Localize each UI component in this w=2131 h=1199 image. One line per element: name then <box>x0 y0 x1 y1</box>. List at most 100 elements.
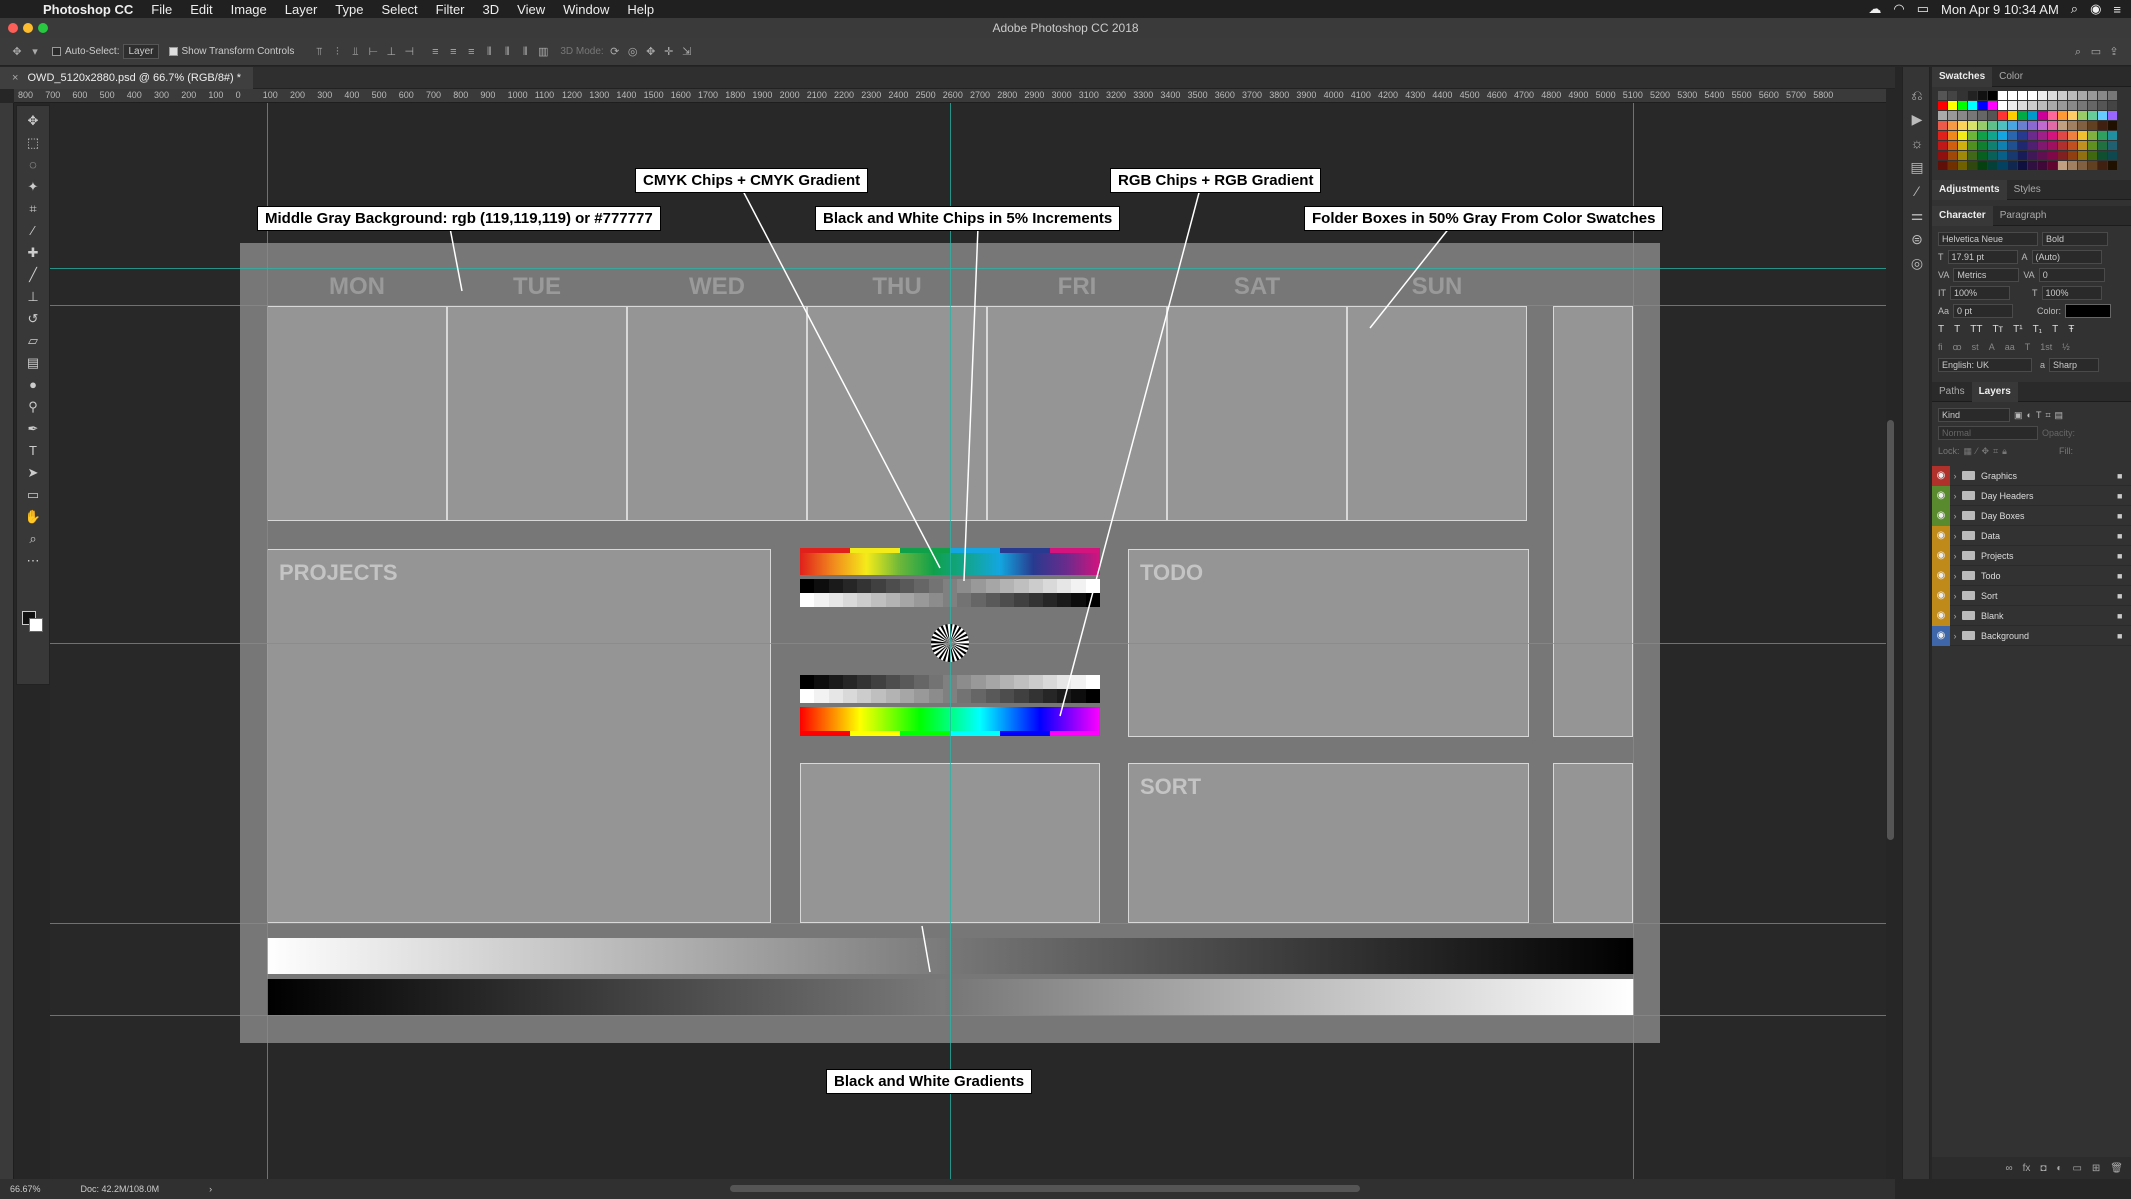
color-swatch[interactable] <box>2038 111 2047 120</box>
align-vcenter-icon[interactable]: ⫶ <box>330 46 344 58</box>
color-swatch[interactable] <box>1978 151 1987 160</box>
subscript-icon[interactable]: T₁ <box>2033 324 2042 335</box>
move-tool-icon[interactable]: ✥ <box>10 46 24 58</box>
color-swatch[interactable] <box>2048 121 2057 130</box>
expand-arrow-icon[interactable]: › <box>1950 491 1960 501</box>
layer-row[interactable]: ◉ › Day Headers ■ <box>1932 485 2131 506</box>
color-swatch[interactable] <box>2068 131 2077 140</box>
align-left-icon[interactable]: ⊢ <box>366 46 380 58</box>
color-swatch[interactable] <box>2088 111 2097 120</box>
color-swatch[interactable] <box>2108 131 2117 140</box>
ligature-icon[interactable]: fi <box>1938 342 1943 352</box>
color-swatch[interactable] <box>2028 141 2037 150</box>
color-swatch[interactable] <box>2088 121 2097 130</box>
search-icon[interactable]: ⌕ <box>2071 46 2085 58</box>
menu-select[interactable]: Select <box>381 2 417 17</box>
filter-pixel-icon[interactable]: ▣ <box>2014 410 2023 421</box>
color-swatch[interactable] <box>2038 101 2047 110</box>
color-swatch[interactable] <box>1958 111 1967 120</box>
align-bottom-icon[interactable]: ⫫ <box>348 46 362 58</box>
color-swatch[interactable] <box>1978 101 1987 110</box>
color-swatch[interactable] <box>2068 151 2077 160</box>
visibility-eye-icon[interactable]: ◉ <box>1932 465 1950 486</box>
antialias-select[interactable]: Sharp <box>2049 358 2100 372</box>
color-swatch[interactable] <box>2008 131 2017 140</box>
horizontal-scrollbar[interactable] <box>730 1185 1360 1192</box>
color-swatch[interactable] <box>2098 121 2107 130</box>
color-swatch[interactable] <box>1978 141 1987 150</box>
lock-icon[interactable]: ■ <box>2117 591 2131 601</box>
color-swatch[interactable] <box>2068 161 2077 170</box>
clone-stamp-tool-icon[interactable]: ⊥ <box>21 288 45 306</box>
history-icon[interactable]: ⎌ <box>1903 83 1931 107</box>
menu-help[interactable]: Help <box>627 2 654 17</box>
distribute-top-icon[interactable]: ≡ <box>428 46 442 58</box>
color-swatch[interactable] <box>2068 121 2077 130</box>
color-swatch[interactable] <box>2008 111 2017 120</box>
color-swatch[interactable] <box>2098 161 2107 170</box>
color-swatch[interactable] <box>2098 131 2107 140</box>
color-swatch[interactable] <box>1958 101 1967 110</box>
color-swatch[interactable] <box>2018 101 2027 110</box>
color-swatch[interactable] <box>1938 151 1947 160</box>
color-swatch[interactable] <box>2008 141 2017 150</box>
ordinals-icon[interactable]: 1st <box>2040 342 2052 352</box>
color-swatch[interactable] <box>2058 151 2067 160</box>
color-swatch[interactable] <box>2008 161 2017 170</box>
zoom-window-button[interactable] <box>38 23 48 33</box>
color-swatch[interactable] <box>1948 111 1957 120</box>
color-swatch[interactable] <box>2018 121 2027 130</box>
color-swatch[interactable] <box>1938 131 1947 140</box>
layer-row[interactable]: ◉ › Day Boxes ■ <box>1932 505 2131 526</box>
font-size-field[interactable]: 17.91 pt <box>1947 250 2018 264</box>
color-swatch[interactable] <box>1988 91 1997 100</box>
color-swatch[interactable] <box>2088 101 2097 110</box>
color-swatch[interactable] <box>1968 131 1977 140</box>
color-swatch[interactable] <box>2058 141 2067 150</box>
color-swatch[interactable] <box>2078 131 2087 140</box>
tab-paths[interactable]: Paths <box>1932 382 1972 402</box>
color-swatch[interactable] <box>2038 161 2047 170</box>
lock-icon[interactable]: ■ <box>2117 511 2131 521</box>
color-swatch[interactable] <box>1968 141 1977 150</box>
expand-arrow-icon[interactable]: › <box>1950 531 1960 541</box>
status-chevron-icon[interactable]: › <box>209 1184 212 1194</box>
color-swatch[interactable] <box>2108 161 2117 170</box>
zoom-tool-icon[interactable]: ⌕ <box>21 530 45 548</box>
color-swatch[interactable] <box>1958 131 1967 140</box>
horizontal-scale-field[interactable]: 100% <box>2041 286 2102 300</box>
new-group-icon[interactable]: ▭ <box>2072 1163 2081 1174</box>
color-swatch[interactable] <box>2038 131 2047 140</box>
filter-adjust-icon[interactable]: ◐ <box>2027 410 2032 420</box>
close-window-button[interactable] <box>8 23 18 33</box>
color-swatch[interactable] <box>2078 121 2087 130</box>
vertical-ruler[interactable] <box>0 103 14 1179</box>
color-swatch[interactable] <box>1998 141 2007 150</box>
vertical-scrollbar[interactable] <box>1887 420 1894 840</box>
color-swatch[interactable] <box>1968 91 1977 100</box>
swatch-grid[interactable] <box>1932 87 2131 174</box>
color-swatch[interactable] <box>2078 151 2087 160</box>
color-swatch[interactable] <box>2018 161 2027 170</box>
lock-icon[interactable]: ■ <box>2117 471 2131 481</box>
brush-tool-icon[interactable]: ╱ <box>21 266 45 284</box>
close-tab-icon[interactable]: × <box>12 72 18 84</box>
color-swatch[interactable] <box>1948 121 1957 130</box>
eraser-tool-icon[interactable]: ▱ <box>21 332 45 350</box>
minimize-window-button[interactable] <box>23 23 33 33</box>
color-swatch[interactable] <box>2078 111 2087 120</box>
font-family-select[interactable]: Helvetica Neue <box>1938 232 2038 246</box>
doc-size[interactable]: Doc: 42.2M/108.0M <box>81 1184 160 1194</box>
tracking-field[interactable]: 0 <box>2038 268 2105 282</box>
properties-icon[interactable]: ☼ <box>1903 131 1931 155</box>
color-swatch[interactable] <box>2018 111 2027 120</box>
color-swatch[interactable] <box>2078 141 2087 150</box>
layer-row[interactable]: ◉ › Data ■ <box>1932 525 2131 546</box>
3d-roll-icon[interactable]: ◎ <box>626 46 640 58</box>
lock-artboard-icon[interactable]: ⌗ <box>1993 446 1998 457</box>
color-swatch[interactable] <box>1938 101 1947 110</box>
color-swatch[interactable] <box>2048 91 2057 100</box>
color-swatch[interactable] <box>1978 161 1987 170</box>
menu-filter[interactable]: Filter <box>436 2 465 17</box>
small-caps-icon[interactable]: Tᴛ <box>1992 324 2003 335</box>
